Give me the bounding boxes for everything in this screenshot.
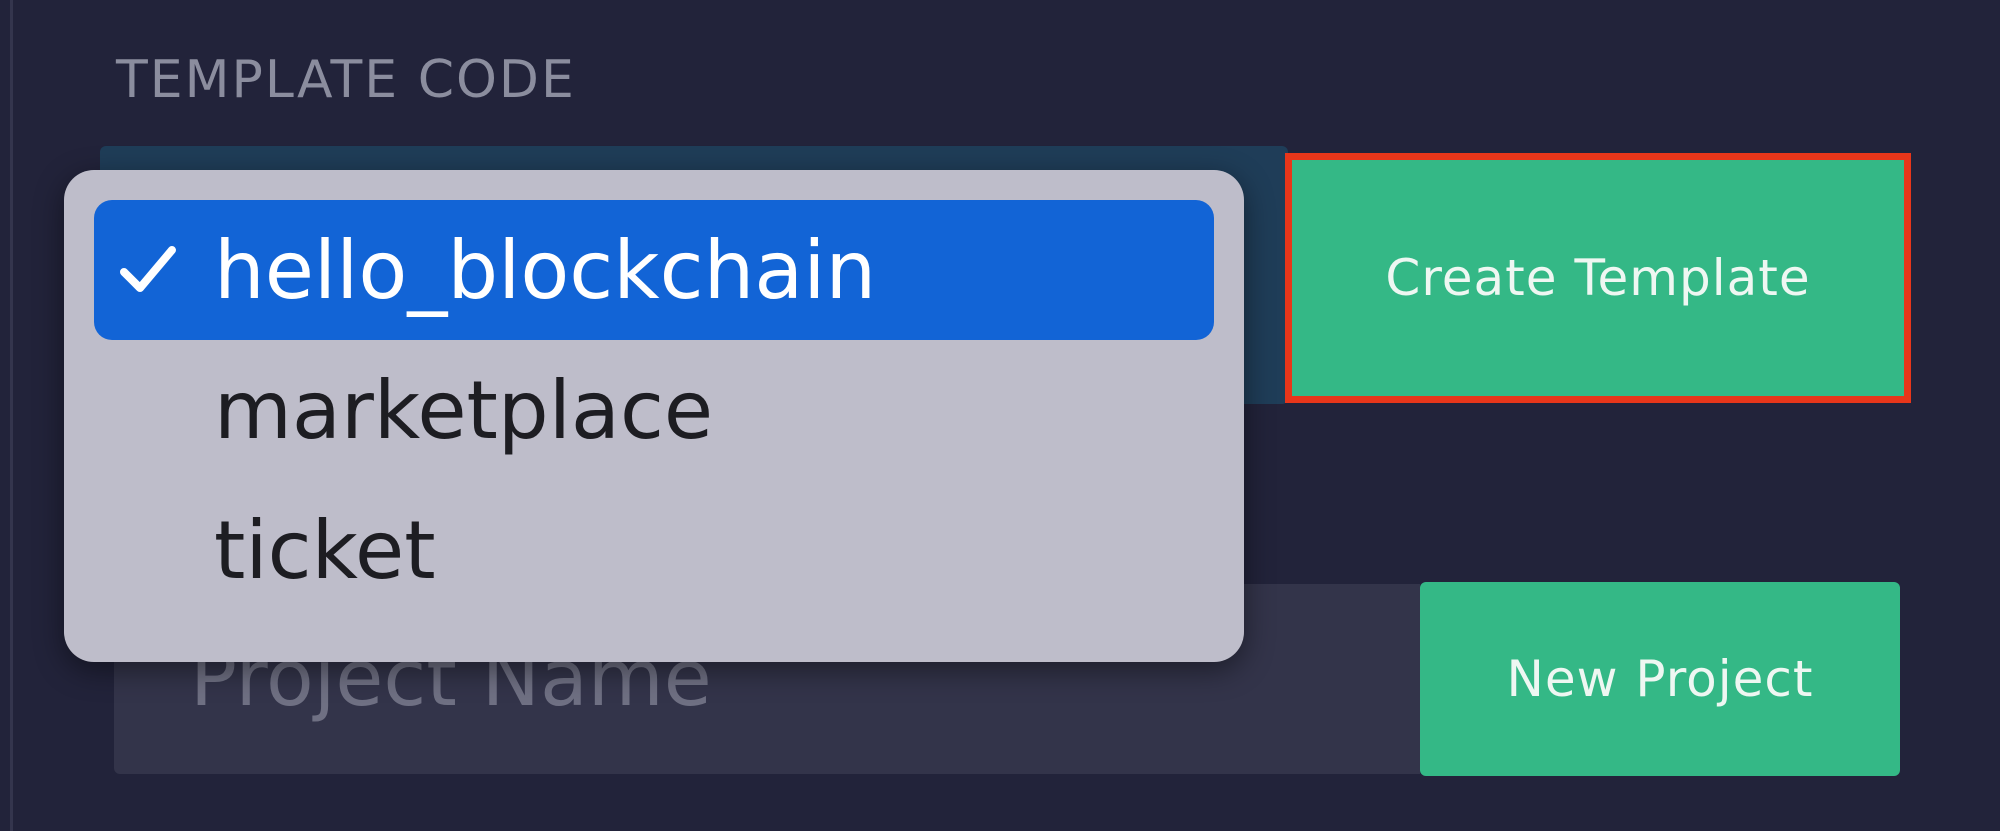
panel-divider [10, 0, 13, 831]
new-project-button[interactable]: New Project [1420, 582, 1900, 776]
dropdown-option-label: hello_blockchain [214, 223, 877, 317]
section-label: TEMPLATE CODE [116, 50, 576, 110]
dropdown-option-hello-blockchain[interactable]: hello_blockchain [94, 200, 1214, 340]
template-dropdown-menu: hello_blockchain marketplace ticket [64, 170, 1244, 662]
dropdown-option-label: marketplace [214, 363, 714, 457]
template-panel: TEMPLATE CODE Create Template New Projec… [0, 0, 2000, 831]
checkmark-icon [120, 246, 176, 292]
dropdown-option-marketplace[interactable]: marketplace [94, 340, 1214, 480]
create-template-button[interactable]: Create Template [1285, 153, 1911, 403]
dropdown-option-label: ticket [214, 503, 436, 597]
dropdown-option-ticket[interactable]: ticket [94, 480, 1214, 620]
